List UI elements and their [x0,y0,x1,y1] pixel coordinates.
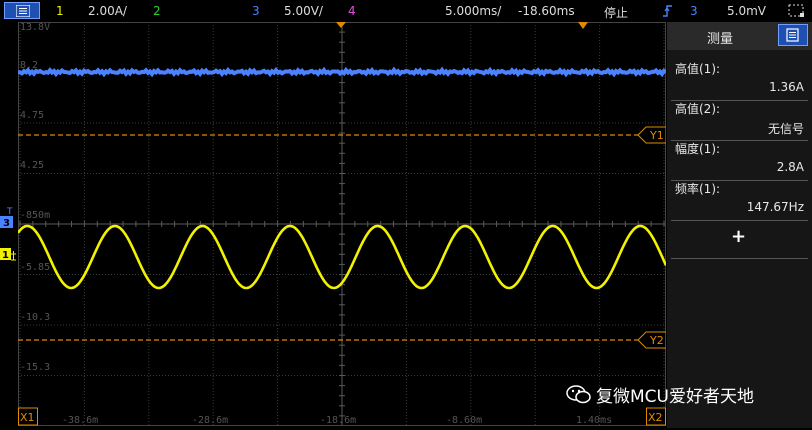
ch3-trace [17,66,668,78]
menu-icon [16,5,30,17]
trig-marker-t: T [6,207,13,217]
measurement-value: 147.67Hz [746,200,804,214]
panel-menu-button[interactable] [778,24,808,46]
x-grid-label: 1.40ms [576,415,612,426]
svg-text:1: 1 [2,250,9,261]
ch2-number[interactable]: 2 [153,4,161,18]
ch1-number[interactable]: 1 [56,4,64,18]
trigger-level[interactable]: 5.0mV [727,4,766,18]
x-grid-label: -38.6m [62,415,98,426]
screenshot-icon[interactable] [788,3,806,19]
measurement-value: 1.36A [769,80,804,94]
cursor-tag-label: Y2 [649,334,664,347]
watermark-text: 复微MCU爱好者天地 [596,387,754,407]
timebase[interactable]: 5.000ms/ [445,4,501,18]
ch3-scale[interactable]: 5.00V/ [284,4,323,18]
delay[interactable]: -18.60ms [518,4,575,18]
x-cursor-label: X2 [648,411,663,424]
y-grid-label: -15.3 [20,362,50,373]
y-grid-label: 4.75 [20,110,44,121]
list-icon [786,28,799,42]
channel-markers: T 3 1 [0,207,16,261]
svg-text:3: 3 [3,218,10,229]
cursor-tag-label: Y1 [649,129,664,142]
y-grid-label: -5.85 [20,262,50,273]
add-measurement-button[interactable]: + [731,226,746,247]
trigger-channel[interactable]: 3 [690,4,698,18]
measurement-label: 高值(2): [675,102,721,116]
x-grid-label: -28.6m [192,415,228,426]
delay-marker [578,22,588,29]
ch3-number[interactable]: 3 [252,4,260,18]
measurement-value: 无信号 [767,122,804,136]
panel-title: 测量 [707,32,734,47]
x-grid-label: -8.60m [446,415,482,426]
divider [671,258,808,259]
scope-screen[interactable]: 13.8V 8.2 4.75 4.25 -850m -5.85 -10.3 -15.3 -38.… [16,21,668,427]
x-grid-label: -18.6m [320,415,356,426]
x-cursor-label: X1 [20,411,35,424]
y-grid-label: 13.8V [20,22,50,33]
wechat-icon [566,385,591,404]
measurement-label: 幅度(1): [675,142,721,156]
run-state[interactable]: 停止 [604,4,628,21]
ch1-scale[interactable]: 2.00A/ [88,4,127,18]
trigger-position-marker [336,22,346,28]
menu-button[interactable] [4,2,40,19]
y-grid-label: 4.25 [20,160,44,171]
trigger-edge-icon[interactable] [662,4,674,18]
ch4-number[interactable]: 4 [348,4,356,18]
measurement-label: 频率(1): [675,182,721,196]
status-bar: 1 2.00A/ 2 3 5.00V/ 4 5.000ms/ -18.60ms … [0,0,812,22]
measurement-panel: 测量 高值(1): 1.36A 高值(2): 无信号 幅度(1): 2.8A 频… [667,22,812,428]
measurement-label: 高值(1): [675,62,721,76]
panel-header: 测量 [667,22,812,50]
scope-graticule: 13.8V8.24.754.25-850m-5.85-10.3-15.3-38.… [16,21,668,427]
y-grid-label: -10.3 [20,312,50,323]
y-grid-label: -850m [20,210,50,221]
measurement-value: 2.8A [776,160,804,174]
divider [671,220,808,221]
